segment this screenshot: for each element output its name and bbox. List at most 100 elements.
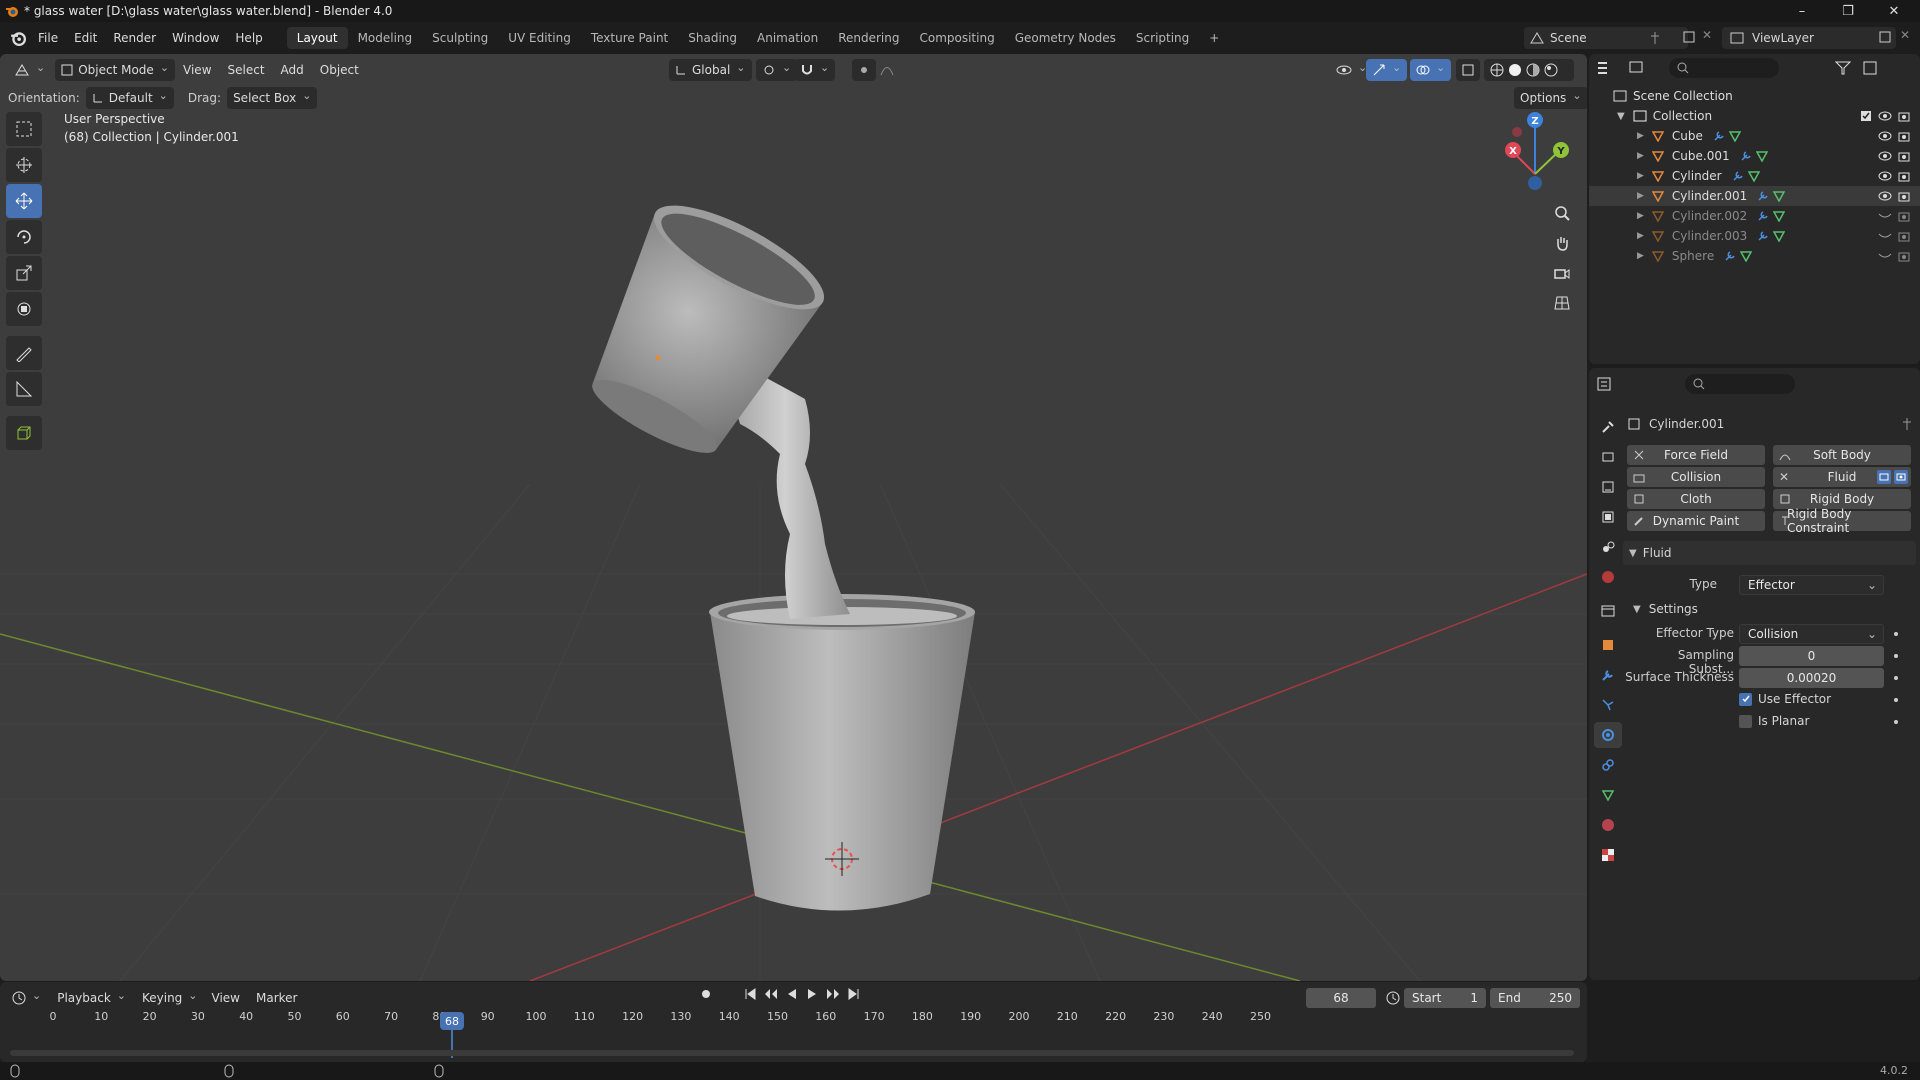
material-shading-icon[interactable] [1526, 63, 1540, 77]
workspace-tab-shading[interactable]: Shading [678, 27, 747, 49]
physics-tab[interactable] [1594, 722, 1622, 748]
delete-scene-icon[interactable]: ✕ [1702, 28, 1712, 42]
scale-tool[interactable] [6, 256, 42, 290]
eye-icon[interactable] [1878, 171, 1892, 181]
cursor-tool[interactable] [6, 148, 42, 182]
view-layer-selector[interactable]: ViewLayer [1722, 27, 1896, 49]
dynamic-paint-button[interactable]: Dynamic Paint [1627, 511, 1765, 531]
minimize-button[interactable]: – [1780, 0, 1824, 22]
workspace-tab-animation[interactable]: Animation [747, 27, 828, 49]
collection-tab[interactable] [1594, 598, 1622, 624]
workspace-tab-geometry-nodes[interactable]: Geometry Nodes [1005, 27, 1126, 49]
timeline-scrollbar[interactable] [10, 1050, 1574, 1056]
falloff-selector[interactable] [874, 59, 900, 81]
play-icon[interactable] [806, 988, 818, 1000]
timeline-ruler[interactable]: 0102030405060708090100110120130140150160… [0, 1006, 1587, 1034]
xray-toggle[interactable] [1456, 59, 1480, 81]
camera-render-icon[interactable] [1898, 230, 1910, 242]
jump-keyframe-back-icon[interactable] [764, 988, 778, 1000]
eye-icon[interactable] [1878, 151, 1892, 161]
constraints-tab[interactable] [1594, 752, 1622, 778]
expand-item-icon[interactable]: ▶ [1637, 211, 1644, 221]
outliner-collection[interactable]: ▼ Collection [1589, 106, 1920, 126]
gizmo-toggle[interactable] [1366, 59, 1408, 81]
outliner-item[interactable]: ▶ Cylinder [1589, 166, 1920, 186]
workspace-tab-rendering[interactable]: Rendering [828, 27, 909, 49]
annotate-tool[interactable] [6, 336, 42, 370]
sampling-field[interactable]: 0 [1739, 646, 1884, 666]
use-effector-keyframe[interactable] [1894, 698, 1898, 702]
record-icon[interactable] [700, 988, 712, 1000]
mesh-data-icon[interactable] [1773, 190, 1786, 202]
fluid-panel-header[interactable]: ▼ Fluid [1623, 541, 1916, 565]
outliner-item[interactable]: ▶ Cube [1589, 126, 1920, 146]
scene-tab[interactable] [1594, 534, 1622, 560]
viewport-menu-object[interactable]: Object [312, 60, 367, 80]
perspective-toggle-button[interactable] [1548, 289, 1576, 317]
expand-item-icon[interactable]: ▶ [1637, 131, 1644, 141]
modifier-wrench-icon[interactable] [1740, 150, 1752, 162]
fluid-button[interactable]: ✕ Fluid [1773, 467, 1911, 487]
modifier-wrench-icon[interactable] [1757, 230, 1769, 242]
texture-tab[interactable] [1594, 842, 1622, 868]
camera-view-button[interactable] [1548, 259, 1576, 287]
new-scene-icon[interactable] [1682, 30, 1696, 44]
jump-end-icon[interactable] [848, 988, 860, 1000]
data-tab[interactable] [1594, 782, 1622, 808]
collection-checkbox-icon[interactable] [1860, 110, 1872, 122]
display-mode-icon[interactable] [1629, 61, 1645, 75]
render-tab[interactable] [1594, 444, 1622, 470]
3d-viewport[interactable]: Z X Y Object Mode View Select Add Object… [0, 54, 1587, 981]
outliner-item[interactable]: ▶ Cube.001 [1589, 146, 1920, 166]
overlays-toggle[interactable] [1410, 59, 1452, 81]
camera-render-icon[interactable] [1898, 150, 1910, 162]
outliner-editor-icon[interactable] [1597, 61, 1615, 75]
play-reverse-icon[interactable] [786, 988, 798, 1000]
playhead-frame-label[interactable]: 68 [440, 1012, 464, 1030]
timeline-marker-menu[interactable]: Marker [248, 988, 305, 1008]
outliner-search[interactable] [1669, 58, 1779, 78]
is-planar-keyframe[interactable] [1894, 720, 1898, 724]
settings-subpanel-header[interactable]: ▼ Settings [1633, 602, 1698, 616]
workspace-tab-layout[interactable]: Layout [286, 27, 348, 49]
is-planar-row[interactable]: Is Planar [1739, 714, 1809, 728]
camera-render-icon[interactable] [1898, 190, 1910, 202]
menu-render[interactable]: Render [105, 28, 164, 48]
mesh-data-icon[interactable] [1747, 170, 1760, 182]
transform-tool[interactable] [6, 292, 42, 326]
eye-icon[interactable] [1878, 131, 1892, 141]
fluid-render-toggle-icon[interactable] [1894, 470, 1908, 484]
maximize-button[interactable]: ❐ [1826, 0, 1870, 22]
fluid-type-select[interactable]: Effector ⌄ [1739, 575, 1884, 595]
end-frame-field[interactable]: End 250 [1490, 988, 1580, 1008]
snap-toggle[interactable] [794, 59, 836, 81]
expand-item-icon[interactable]: ▶ [1637, 171, 1644, 181]
mesh-data-icon[interactable] [1755, 150, 1768, 162]
tool-tab[interactable] [1594, 414, 1622, 440]
expand-item-icon[interactable]: ▶ [1637, 191, 1644, 201]
material-tab[interactable] [1594, 812, 1622, 838]
workspace-tab-modeling[interactable]: Modeling [348, 27, 423, 49]
workspace-tab-scripting[interactable]: Scripting [1126, 27, 1199, 49]
menu-edit[interactable]: Edit [66, 28, 105, 48]
camera-render-icon[interactable] [1898, 210, 1910, 222]
particles-tab[interactable] [1594, 692, 1622, 718]
modifier-wrench-icon[interactable] [1713, 130, 1725, 142]
blender-menu-icon[interactable] [10, 30, 26, 46]
scene-selector[interactable]: Scene [1524, 27, 1688, 49]
viewport-menu-view[interactable]: View [175, 60, 219, 80]
workspace-tab-sculpting[interactable]: Sculpting [422, 27, 498, 49]
rigid-body-constraint-button[interactable]: Rigid Body Constraint [1773, 507, 1911, 535]
menu-help[interactable]: Help [227, 28, 270, 48]
thickness-keyframe[interactable] [1894, 676, 1898, 680]
thickness-field[interactable]: 0.00020 [1739, 668, 1884, 688]
expand-item-icon[interactable]: ▶ [1637, 251, 1644, 261]
move-tool[interactable] [6, 184, 42, 218]
is-planar-checkbox[interactable] [1739, 714, 1752, 728]
camera-render-icon[interactable] [1898, 250, 1910, 262]
rotate-tool[interactable] [6, 220, 42, 254]
zoom-button[interactable] [1548, 199, 1576, 227]
collection-visibility-icon[interactable] [1878, 111, 1892, 121]
workspace-tab-texture-paint[interactable]: Texture Paint [581, 27, 678, 49]
properties-search[interactable] [1685, 374, 1795, 394]
